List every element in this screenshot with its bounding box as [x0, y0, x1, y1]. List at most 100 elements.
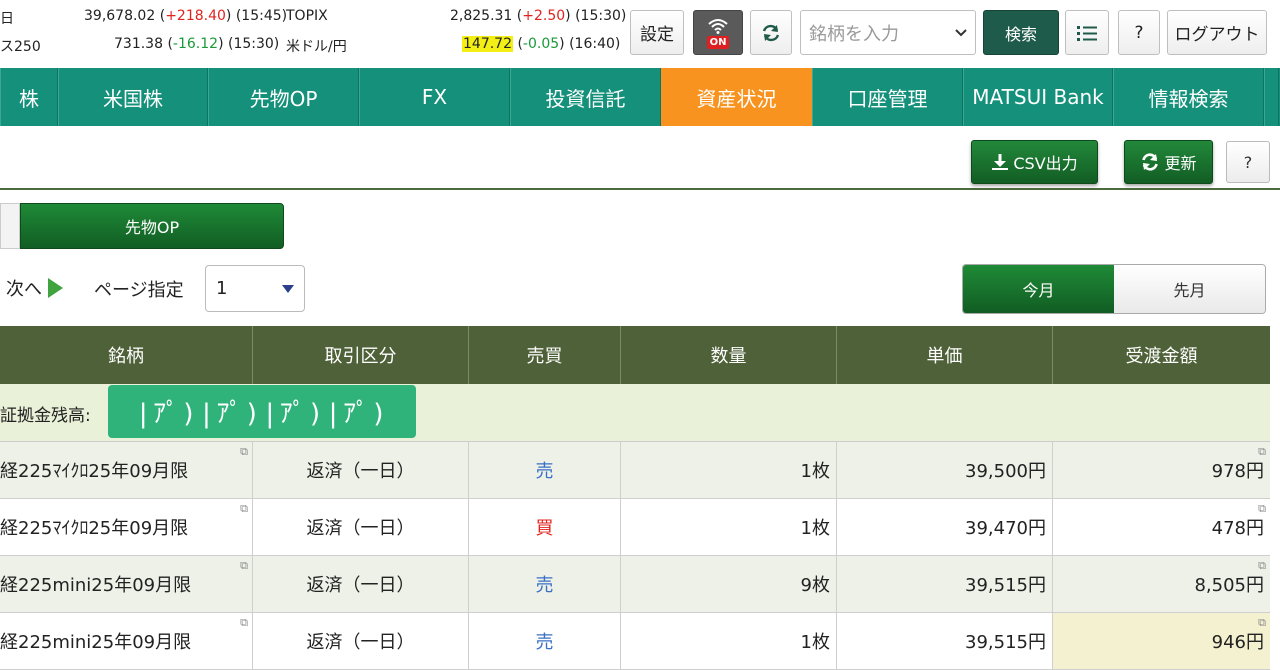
amount-cell: 978円 ⧉ — [1053, 442, 1270, 498]
play-arrow-icon — [48, 278, 63, 298]
ticker-search-input[interactable]: 銘柄を入力 — [800, 10, 976, 55]
nav-overflow[interactable] — [1264, 68, 1279, 126]
topix-value: 2,825.31 — [450, 8, 513, 24]
refresh-icon — [1142, 153, 1159, 171]
caret-down-icon — [282, 284, 294, 293]
download-icon — [992, 154, 1009, 170]
last-month-button[interactable]: 先月 — [1114, 265, 1265, 313]
page-select-value: 1 — [216, 278, 228, 299]
trade-history-table: 銘柄 取引区分 売買 数量 単価 受渡金額 証拠金残高: 経225ﾏｲｸﾛ25年… — [0, 326, 1270, 670]
issue-cell: 経225ﾏｲｸﾛ25年09月限 ⧉ — [0, 499, 253, 555]
nav-futures-options[interactable]: 先物OP — [208, 68, 359, 126]
issue-cell: 経225ﾏｲｸﾛ25年09月限 ⧉ — [0, 442, 253, 498]
this-month-button[interactable]: 今月 — [963, 265, 1114, 313]
nikkei-time: (15:45) — [235, 8, 288, 24]
amount-cell: 478円 ⧉ — [1053, 499, 1270, 555]
refresh-label: 更新 — [1164, 154, 1197, 173]
nikkei-quote: 39,678.02 (+218.40) (15:45) — [84, 8, 288, 24]
realtime-toggle-button[interactable]: ON — [693, 10, 743, 55]
settings-button[interactable]: 設定 — [630, 10, 684, 55]
side-cell: 売 — [469, 556, 621, 612]
list-icon — [1077, 25, 1097, 41]
nav-info-search[interactable]: 情報検索 — [1113, 68, 1264, 126]
market-ticker: 日 39,678.02 (+218.40) (15:45) TOPIX 2,82… — [0, 0, 1280, 68]
search-button[interactable]: 検索 — [983, 10, 1059, 55]
amount-cell: 946円 ⧉ — [1053, 613, 1270, 669]
table-header: 銘柄 取引区分 売買 数量 単価 受渡金額 — [0, 326, 1270, 384]
side-cell: 買 — [469, 499, 621, 555]
price-cell: 39,515円 — [837, 613, 1053, 669]
next-page-link[interactable]: 次へ — [6, 275, 63, 301]
nikkei-change: +218.40 — [165, 8, 226, 24]
refresh-button[interactable]: 更新 — [1124, 140, 1213, 184]
margin-balance-masked: |ｱﾟ)|ｱﾟ)|ｱﾟ)|ｱﾟ) — [108, 385, 416, 438]
table-row: 経225ﾏｲｸﾛ25年09月限 ⧉ 返済（一日） 買 1枚 39,470円 47… — [0, 499, 1270, 556]
nav-assets[interactable]: 資産状況 — [661, 68, 812, 126]
popup-window-icon[interactable]: ⧉ — [240, 617, 248, 628]
header-quantity: 数量 — [621, 326, 837, 384]
issue-cell: 経225mini25年09月限 ⧉ — [0, 556, 253, 612]
page-help-button[interactable]: ? — [1226, 141, 1270, 183]
table-row: 経225ﾏｲｸﾛ25年09月限 ⧉ 返済（一日） 売 1枚 39,500円 97… — [0, 442, 1270, 499]
amount-value: 978円 — [1211, 461, 1264, 482]
nav-account[interactable]: 口座管理 — [812, 68, 963, 126]
csv-export-button[interactable]: CSV出力 — [971, 140, 1098, 184]
amount-cell: 8,505円 ⧉ — [1053, 556, 1270, 612]
page-select-label: ページ指定 — [94, 280, 184, 301]
side-cell: 売 — [469, 442, 621, 498]
issue-name: 経225mini25年09月限 — [0, 575, 192, 596]
trade-type-cell: 返済（一日） — [253, 613, 469, 669]
header-settlement-amount: 受渡金額 — [1125, 346, 1198, 367]
help-button[interactable]: ? — [1118, 10, 1160, 55]
logout-button[interactable]: ログアウト — [1167, 10, 1267, 55]
header-side: 売買 — [469, 326, 621, 384]
usdjpy-quote: 147.72 (-0.05) (16:40) — [462, 36, 621, 52]
trade-type-cell: 返済（一日） — [253, 442, 469, 498]
chevron-down-icon — [955, 28, 967, 36]
quantity-cell: 1枚 — [621, 442, 837, 498]
growth-time: (15:30) — [227, 36, 280, 52]
trade-type-cell: 返済（一日） — [253, 556, 469, 612]
usdjpy-value: 147.72 — [462, 36, 513, 52]
table-row: 経225mini25年09月限 ⧉ 返済（一日） 売 9枚 39,515円 8,… — [0, 556, 1270, 613]
popup-window-icon[interactable]: ⧉ — [240, 446, 248, 457]
topix-time: (15:30) — [575, 8, 627, 24]
amount-value: 946円 — [1211, 632, 1264, 653]
header-unit-price: 単価 — [837, 326, 1053, 384]
ticker-label-2: ス250 — [0, 39, 41, 55]
tab-futures-options[interactable]: 先物OP — [20, 203, 284, 249]
tab-stocks[interactable] — [0, 203, 20, 249]
growth-value: 731.38 — [114, 36, 163, 52]
page-select[interactable]: 1 — [205, 265, 305, 312]
topix-change: +2.50 — [522, 8, 566, 24]
nikkei-value: 39,678.02 — [84, 8, 156, 24]
amount-value: 8,505円 — [1194, 575, 1264, 596]
popup-window-icon[interactable]: ⧉ — [1258, 560, 1266, 571]
main-nav: 株 米国株 先物OP FX 投資信託 資産状況 口座管理 MATSUI Bank… — [0, 68, 1280, 126]
nav-stocks[interactable]: 株 — [0, 68, 58, 126]
nav-mutual-funds[interactable]: 投資信託 — [510, 68, 661, 126]
popup-window-icon[interactable]: ⧉ — [1258, 617, 1266, 628]
topix-quote: 2,825.31 (+2.50) (15:30) — [450, 8, 627, 24]
popup-window-icon[interactable]: ⧉ — [1258, 446, 1266, 457]
csv-export-label: CSV出力 — [1013, 154, 1078, 173]
price-cell: 39,470円 — [837, 499, 1053, 555]
usdjpy-change: -0.05 — [522, 36, 560, 52]
quantity-cell: 1枚 — [621, 499, 837, 555]
menu-button[interactable] — [1065, 10, 1109, 55]
side-cell: 売 — [469, 613, 621, 669]
quantity-cell: 9枚 — [621, 556, 837, 612]
nav-us-stocks[interactable]: 米国株 — [58, 68, 208, 126]
nav-fx[interactable]: FX — [359, 68, 510, 126]
popup-window-icon[interactable]: ⧉ — [1258, 503, 1266, 514]
reload-button[interactable] — [750, 10, 792, 55]
popup-window-icon[interactable]: ⧉ — [240, 560, 248, 571]
issue-name: 経225ﾏｲｸﾛ25年09月限 — [0, 461, 189, 482]
refresh-icon — [762, 24, 780, 41]
amount-value: 478円 — [1211, 518, 1264, 539]
popup-window-icon[interactable]: ⧉ — [240, 503, 248, 514]
nav-matsui-bank[interactable]: MATSUI Bank — [963, 68, 1113, 126]
next-page-label: 次へ — [6, 279, 42, 300]
price-cell: 39,515円 — [837, 556, 1053, 612]
search-placeholder: 銘柄を入力 — [809, 23, 899, 45]
